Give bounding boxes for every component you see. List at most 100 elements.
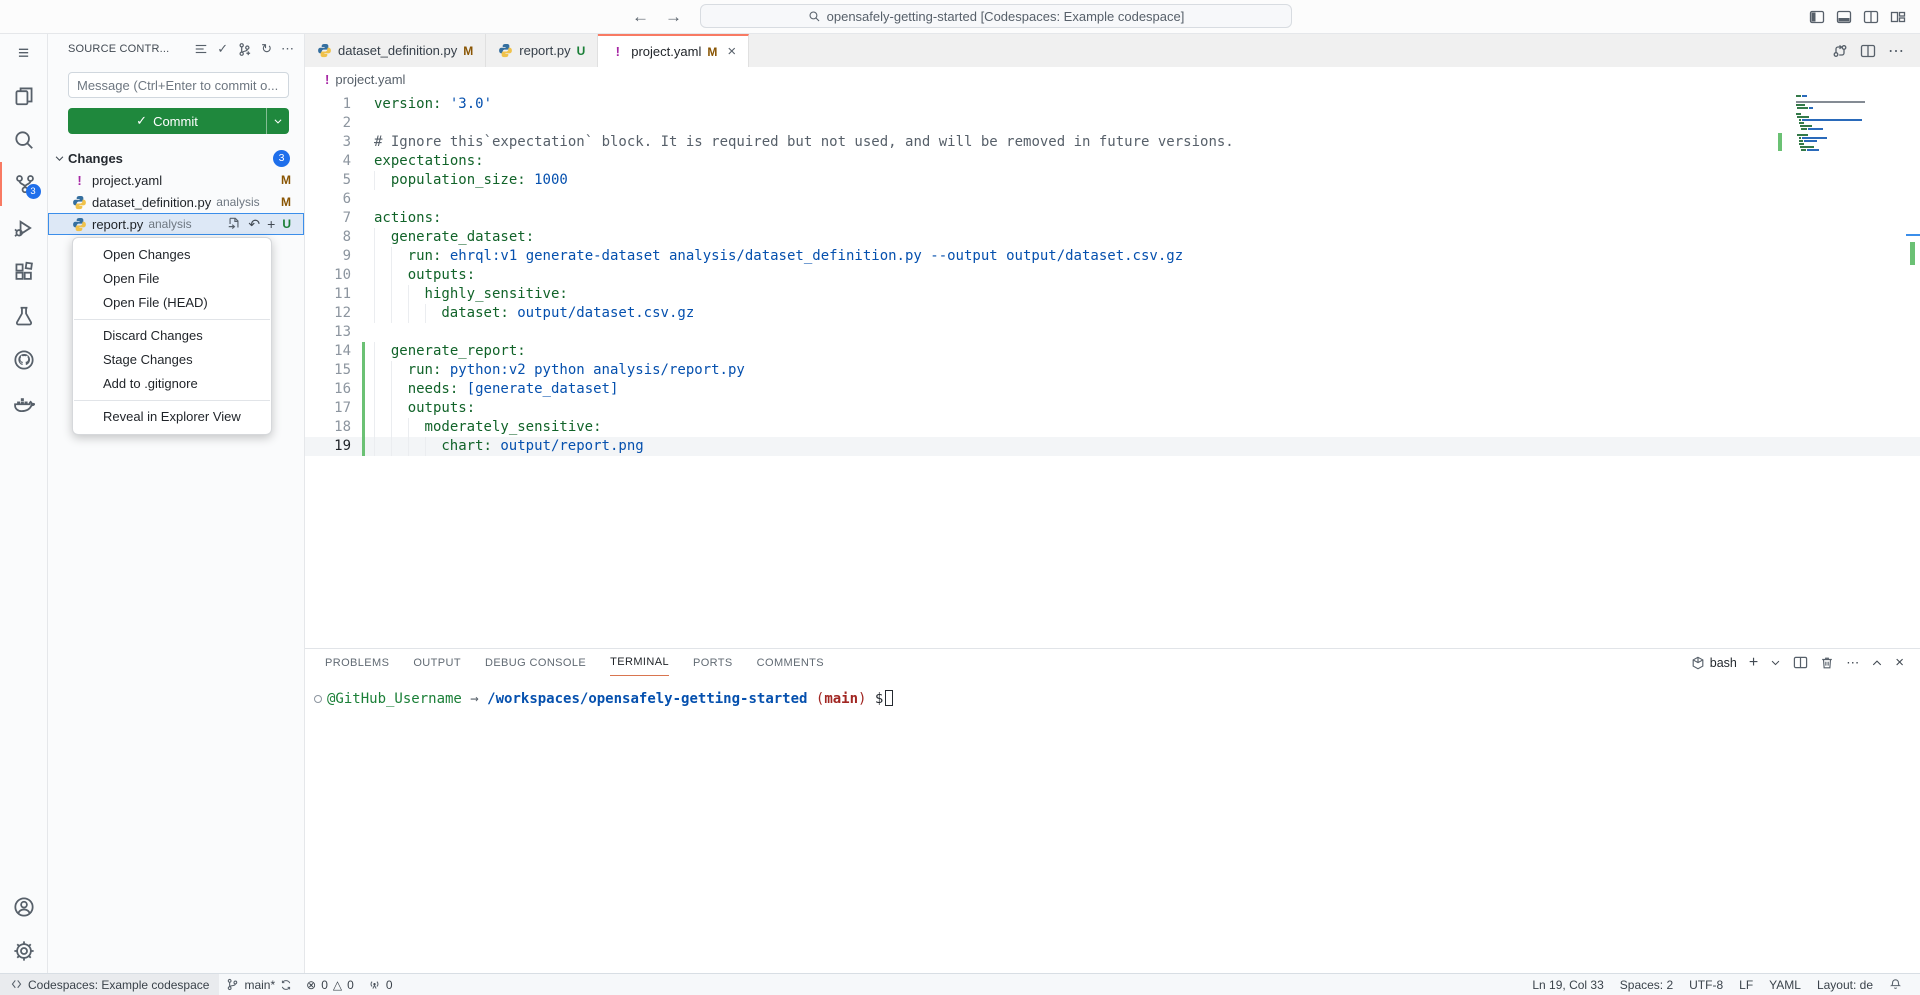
code-line-2[interactable]: 2 bbox=[305, 114, 1920, 133]
refresh-icon[interactable]: ↻ bbox=[261, 41, 272, 57]
toggle-panel-icon[interactable] bbox=[1836, 9, 1852, 25]
remote-indicator[interactable]: Codespaces: Example codespace bbox=[0, 974, 219, 995]
explorer-icon[interactable] bbox=[0, 74, 48, 118]
code-line-3[interactable]: 3# Ignore this`expectation` block. It is… bbox=[305, 133, 1920, 152]
stage-changes-icon[interactable]: + bbox=[267, 216, 275, 232]
terminal[interactable]: @GitHub_Username → /workspaces/opensafel… bbox=[305, 676, 1920, 973]
github-icon[interactable] bbox=[0, 338, 48, 382]
terminal-path: /workspaces/opensafely-getting-started bbox=[487, 691, 807, 707]
encoding-indicator[interactable]: UTF-8 bbox=[1681, 978, 1731, 992]
check-icon: ✓ bbox=[136, 113, 147, 129]
command-center[interactable]: opensafely-getting-started [Codespaces: … bbox=[700, 4, 1292, 28]
scm-graph-icon[interactable] bbox=[237, 42, 252, 57]
account-icon[interactable] bbox=[0, 885, 48, 929]
search-icon[interactable] bbox=[0, 118, 48, 162]
menu-icon[interactable]: ≡ bbox=[0, 34, 48, 74]
prompt-dollar: $ bbox=[875, 691, 883, 707]
tab-dataset_definition.py[interactable]: dataset_definition.pyM bbox=[305, 34, 486, 67]
run-debug-icon[interactable] bbox=[0, 206, 48, 250]
code-line-1[interactable]: 1version: '3.0' bbox=[305, 95, 1920, 114]
code-line-5[interactable]: 5population_size: 1000 bbox=[305, 171, 1920, 190]
split-terminal-icon[interactable] bbox=[1793, 655, 1808, 670]
terminal-dropdown-icon[interactable] bbox=[1770, 657, 1781, 668]
menu-item-open-file[interactable]: Open File bbox=[73, 267, 271, 291]
commit-message-input[interactable] bbox=[68, 72, 289, 98]
breadcrumb[interactable]: ! project.yaml bbox=[305, 67, 1920, 92]
code-line-14[interactable]: 14generate_report: bbox=[305, 342, 1920, 361]
activity-bar: ≡ 3 bbox=[0, 34, 48, 973]
menu-item-open-changes[interactable]: Open Changes bbox=[73, 243, 271, 267]
problems-indicator[interactable]: ⊗ 0 △ 0 bbox=[299, 974, 361, 995]
settings-gear-icon[interactable] bbox=[0, 929, 48, 973]
back-icon[interactable]: ← bbox=[632, 7, 649, 27]
scm-file-dataset_definition.py[interactable]: dataset_definition.pyanalysisM bbox=[48, 191, 304, 213]
new-terminal-icon[interactable]: + bbox=[1749, 654, 1758, 672]
tab-report.py[interactable]: report.pyU bbox=[486, 34, 598, 67]
code-line-16[interactable]: 16needs: [generate_dataset] bbox=[305, 380, 1920, 399]
minimap[interactable] bbox=[1776, 94, 1904, 151]
menu-item-add-to-gitignore[interactable]: Add to .gitignore bbox=[73, 372, 271, 396]
commit-check-icon[interactable]: ✓ bbox=[217, 41, 228, 57]
changes-section-header[interactable]: Changes 3 bbox=[48, 147, 304, 169]
kill-terminal-trash-icon[interactable] bbox=[1820, 656, 1834, 670]
code-line-18[interactable]: 18moderately_sensitive: bbox=[305, 418, 1920, 437]
source-control-icon[interactable]: 3 bbox=[0, 162, 48, 206]
indentation-indicator[interactable]: Spaces: 2 bbox=[1612, 978, 1681, 992]
split-editor-icon[interactable] bbox=[1863, 9, 1879, 25]
toggle-sidebar-icon[interactable] bbox=[1809, 9, 1825, 25]
language-indicator[interactable]: YAML bbox=[1761, 978, 1809, 992]
maximize-panel-icon[interactable] bbox=[1871, 657, 1883, 669]
panel-tab-ports[interactable]: PORTS bbox=[693, 649, 733, 676]
panel-tab-terminal[interactable]: TERMINAL bbox=[610, 649, 669, 676]
open-file-icon[interactable] bbox=[227, 217, 241, 231]
code-line-9[interactable]: 9run: ehrql:v1 generate-dataset analysis… bbox=[305, 247, 1920, 266]
editor[interactable]: 1version: '3.0'23# Ignore this`expectati… bbox=[305, 92, 1920, 648]
code-line-12[interactable]: 12dataset: output/dataset.csv.gz bbox=[305, 304, 1920, 323]
shell-selector[interactable]: bash bbox=[1691, 656, 1737, 670]
menu-item-open-file-head-[interactable]: Open File (HEAD) bbox=[73, 291, 271, 315]
split-editor-icon[interactable] bbox=[1860, 43, 1876, 59]
eol-indicator[interactable]: LF bbox=[1731, 978, 1761, 992]
panel-tab-problems[interactable]: PROBLEMS bbox=[325, 649, 389, 676]
close-tab-icon[interactable]: × bbox=[727, 43, 736, 60]
close-panel-icon[interactable]: × bbox=[1895, 654, 1904, 671]
discard-changes-icon[interactable]: ↶ bbox=[248, 216, 260, 233]
tab-project.yaml[interactable]: !project.yamlM× bbox=[598, 34, 749, 67]
notifications-bell-icon[interactable] bbox=[1881, 978, 1910, 991]
open-changes-icon[interactable] bbox=[1832, 43, 1848, 59]
view-sort-icon[interactable] bbox=[194, 42, 208, 56]
branch-indicator[interactable]: main* bbox=[219, 974, 299, 995]
code-line-13[interactable]: 13 bbox=[305, 323, 1920, 342]
more-actions-icon[interactable]: ⋯ bbox=[281, 41, 294, 57]
commit-dropdown-icon[interactable] bbox=[266, 108, 289, 134]
code-line-15[interactable]: 15run: python:v2 python analysis/report.… bbox=[305, 361, 1920, 380]
menu-item-stage-changes[interactable]: Stage Changes bbox=[73, 348, 271, 372]
docker-icon[interactable] bbox=[0, 382, 48, 426]
code-line-19[interactable]: 19chart: output/report.png bbox=[305, 437, 1920, 456]
menu-item-discard-changes[interactable]: Discard Changes bbox=[73, 324, 271, 348]
extensions-icon[interactable] bbox=[0, 250, 48, 294]
ports-indicator[interactable]: 0 bbox=[361, 974, 400, 995]
panel-tab-debug-console[interactable]: DEBUG CONSOLE bbox=[485, 649, 586, 676]
layout-indicator[interactable]: Layout: de bbox=[1809, 978, 1881, 992]
testing-icon[interactable] bbox=[0, 294, 48, 338]
commit-button[interactable]: ✓ Commit bbox=[68, 108, 289, 134]
code-line-4[interactable]: 4expectations: bbox=[305, 152, 1920, 171]
code-line-6[interactable]: 6 bbox=[305, 190, 1920, 209]
cursor-position[interactable]: Ln 19, Col 33 bbox=[1524, 978, 1611, 992]
menu-item-reveal-in-explorer-view[interactable]: Reveal in Explorer View bbox=[73, 405, 271, 429]
code-line-11[interactable]: 11highly_sensitive: bbox=[305, 285, 1920, 304]
code-line-10[interactable]: 10outputs: bbox=[305, 266, 1920, 285]
code-line-7[interactable]: 7actions: bbox=[305, 209, 1920, 228]
panel-more-icon[interactable]: ⋯ bbox=[1846, 655, 1859, 671]
customize-layout-icon[interactable] bbox=[1890, 9, 1906, 25]
code-line-17[interactable]: 17outputs: bbox=[305, 399, 1920, 418]
scrollbar[interactable] bbox=[1906, 92, 1920, 648]
panel-tab-output[interactable]: OUTPUT bbox=[413, 649, 461, 676]
scm-file-report.py[interactable]: report.pyanalysis↶+U bbox=[48, 213, 304, 235]
scm-file-project.yaml[interactable]: !project.yamlM bbox=[48, 169, 304, 191]
panel-tab-comments[interactable]: COMMENTS bbox=[757, 649, 824, 676]
more-actions-icon[interactable]: ⋯ bbox=[1888, 41, 1904, 61]
forward-icon[interactable]: → bbox=[665, 7, 682, 27]
code-line-8[interactable]: 8generate_dataset: bbox=[305, 228, 1920, 247]
